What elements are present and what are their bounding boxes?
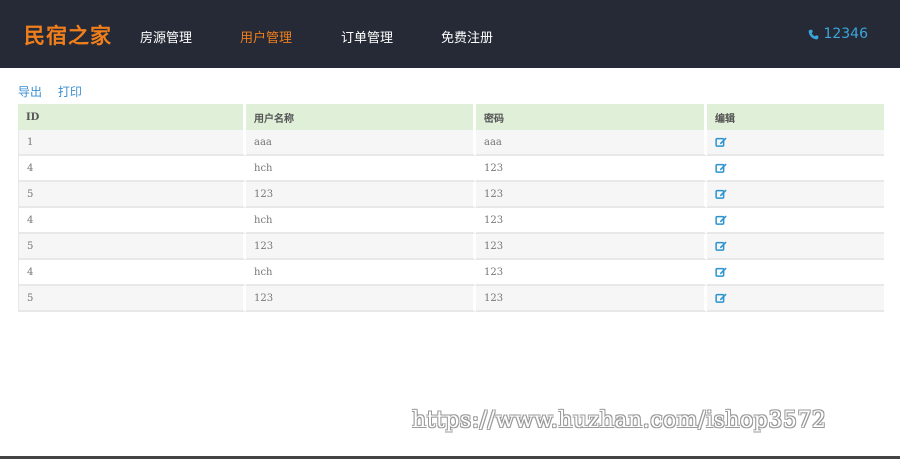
edit-icon[interactable]: [715, 240, 727, 252]
cell-edit: [707, 182, 884, 208]
nav-item-listings[interactable]: 房源管理: [140, 27, 192, 46]
cell-id: 4: [18, 260, 246, 286]
edit-icon[interactable]: [715, 292, 727, 304]
cell-id: 5: [18, 286, 246, 312]
cell-password: 123: [476, 208, 707, 234]
top-navbar: 民宿之家 房源管理 用户管理 订单管理 免费注册 12346: [0, 0, 900, 68]
cell-username: hch: [246, 260, 476, 286]
toolbar: 导出 打印: [18, 83, 94, 100]
cell-username: hch: [246, 208, 476, 234]
table-row: 4 hch 123: [18, 208, 884, 234]
column-header-username[interactable]: 用户名称: [246, 104, 476, 130]
phone-number: 12346: [808, 26, 868, 42]
table-row: 1 aaa aaa: [18, 130, 884, 156]
cell-password: 123: [476, 156, 707, 182]
table-row: 5 123 123: [18, 286, 884, 312]
nav-item-orders[interactable]: 订单管理: [341, 27, 393, 46]
cell-edit: [707, 234, 884, 260]
watermark-text: https://www.huzhan.com/ishop3572: [412, 408, 827, 433]
edit-icon[interactable]: [715, 266, 727, 278]
cell-password: 123: [476, 286, 707, 312]
cell-password: 123: [476, 182, 707, 208]
cell-edit: [707, 260, 884, 286]
cell-password: aaa: [476, 130, 707, 156]
column-header-password[interactable]: 密码: [476, 104, 707, 130]
phone-icon: [809, 29, 819, 39]
edit-icon[interactable]: [715, 188, 727, 200]
column-header-id[interactable]: ID: [18, 104, 246, 130]
cell-username: 123: [246, 286, 476, 312]
print-link[interactable]: 打印: [58, 85, 82, 99]
table-header-row: ID 用户名称 密码 编辑: [18, 104, 884, 130]
edit-icon[interactable]: [715, 136, 727, 148]
brand-logo[interactable]: 民宿之家: [24, 20, 112, 50]
cell-edit: [707, 286, 884, 312]
table-row: 4 hch 123: [18, 260, 884, 286]
phone-text: 12346: [823, 26, 868, 42]
table-row: 5 123 123: [18, 234, 884, 260]
nav-item-register[interactable]: 免费注册: [441, 27, 493, 46]
nav-item-users[interactable]: 用户管理: [240, 27, 292, 46]
cell-id: 5: [18, 182, 246, 208]
cell-username: 123: [246, 234, 476, 260]
cell-id: 4: [18, 156, 246, 182]
column-header-edit[interactable]: 编辑: [707, 104, 884, 130]
cell-username: hch: [246, 156, 476, 182]
cell-username: 123: [246, 182, 476, 208]
cell-edit: [707, 130, 884, 156]
cell-username: aaa: [246, 130, 476, 156]
table-row: 5 123 123: [18, 182, 884, 208]
users-table: ID 用户名称 密码 编辑 1 aaa aaa 4 hch 123 5 123 123 4 hch 1…: [18, 104, 884, 312]
cell-password: 123: [476, 234, 707, 260]
cell-edit: [707, 208, 884, 234]
cell-edit: [707, 156, 884, 182]
table-row: 4 hch 123: [18, 156, 884, 182]
cell-id: 4: [18, 208, 246, 234]
edit-icon[interactable]: [715, 214, 727, 226]
export-link[interactable]: 导出: [18, 85, 42, 99]
edit-icon[interactable]: [715, 162, 727, 174]
cell-password: 123: [476, 260, 707, 286]
cell-id: 1: [18, 130, 246, 156]
cell-id: 5: [18, 234, 246, 260]
